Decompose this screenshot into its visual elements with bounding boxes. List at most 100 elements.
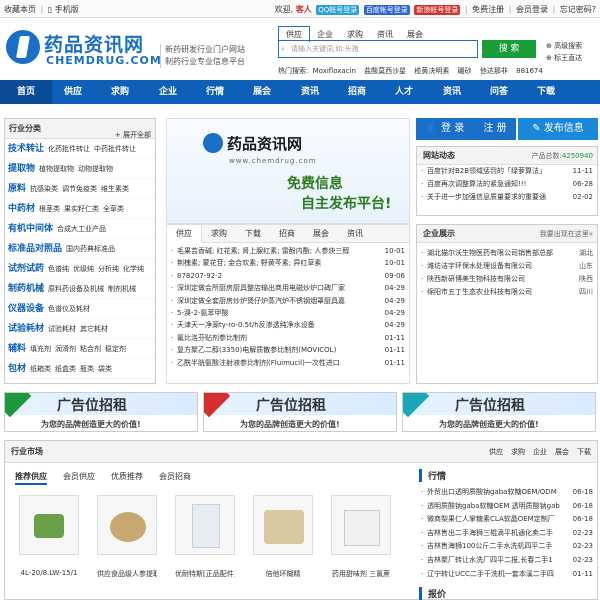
tab-invest[interactable]: 招商 (270, 225, 304, 243)
tab-recommended-supply[interactable]: 推荐供应 (15, 472, 47, 485)
category-name[interactable]: 试剂试药 (8, 264, 44, 274)
nav-supply[interactable]: 供应 (47, 80, 99, 104)
nav-buy[interactable]: 求购 (94, 80, 146, 104)
category-name[interactable]: 有机中间体 (8, 224, 53, 234)
category-sub[interactable]: 抗感染类 (30, 185, 58, 193)
hot-keyword[interactable]: 硼砂 (458, 67, 472, 75)
market-link[interactable]: 供应 (489, 448, 503, 456)
category-sub[interactable]: 色谱仪及耗材 (48, 305, 90, 313)
list-item[interactable]: 吉林聚厂转让水洗厂四平二报,长春二手1 02-23 (419, 553, 595, 568)
register-button[interactable]: 注 册 (483, 123, 506, 134)
category-name[interactable]: 提取物 (8, 164, 35, 174)
category-sub[interactable]: 维生素类 (101, 185, 129, 193)
list-item[interactable]: 外贸出口透明质酸钠gaba软糖OEM/ODM 06-18 (419, 486, 595, 500)
nav-info[interactable]: 资讯 (426, 80, 478, 104)
weibo-login-button[interactable]: 新浪帐号登录 (414, 5, 461, 15)
market-link[interactable]: 企业 (533, 448, 547, 456)
tab-member-invest[interactable]: 会员招商 (159, 472, 191, 481)
member-login-link[interactable]: 会员登录 (516, 5, 548, 14)
category-sub[interactable]: 色谱纯 (48, 265, 69, 273)
advanced-search-link[interactable]: ⊕ 高级搜索 (546, 40, 582, 52)
list-item[interactable]: 百度再次调整算法的紧急通知!!! 06-28 (417, 178, 597, 191)
nav-expo[interactable]: 展会 (236, 80, 288, 104)
category-sub[interactable]: 国内药典标准品 (66, 245, 115, 253)
forgot-password-link[interactable]: 忘记密码? (560, 5, 596, 14)
list-item[interactable]: 5-溴-2-氨苯甲酸 04-29 (167, 306, 409, 320)
category-name[interactable]: 仪器设备 (8, 304, 44, 314)
list-item[interactable]: 陕西新研博美生物科技有限公司 陕西 (417, 273, 597, 286)
product-card[interactable]: 倍他环糊精 (253, 495, 313, 579)
category-sub[interactable]: 果实籽仁类 (64, 205, 99, 213)
hot-keyword[interactable]: Moxifloxacin (313, 67, 356, 75)
category-sub[interactable]: 纸盒类 (55, 365, 76, 373)
mobile-link[interactable]: 手机版 (55, 5, 79, 14)
appear-here-link[interactable]: 我要出现在这里» (540, 225, 593, 243)
hot-keyword[interactable]: 盐酸莫西沙星 (364, 67, 406, 75)
market-link[interactable]: 下载 (577, 448, 591, 456)
category-sub[interactable]: 化学纯 (123, 265, 144, 273)
product-card[interactable]: 4L-20/8.LW-15/1 (19, 495, 79, 577)
list-item[interactable]: 辽宁转让UCC二手干洗机一套本溪二手四 01-11 (419, 567, 595, 582)
nav-market[interactable]: 行情 (189, 80, 241, 104)
baidu-login-button[interactable]: 百度帐号登录 (363, 5, 410, 15)
category-sub[interactable]: 化药批件转让 (48, 145, 90, 153)
category-sub[interactable]: 原料药设备及机械 (48, 285, 104, 293)
category-name[interactable]: 制药机械 (8, 284, 44, 294)
list-item[interactable]: 吉林售海狮100公斤二手水洗机四平二手 02-23 (419, 540, 595, 554)
tab-download[interactable]: 下载 (236, 225, 270, 243)
hot-keyword[interactable]: 881674 (516, 67, 543, 75)
market-link[interactable]: 展会 (555, 448, 569, 456)
product-card[interactable]: 优耐特斯[正品配件] (175, 495, 235, 579)
search-button[interactable]: 搜 索 (482, 40, 536, 58)
list-item[interactable]: 878207-92-2 09-06 (167, 269, 409, 283)
category-name[interactable]: 标准品对照品 (8, 244, 62, 254)
ad-banner[interactable]: 广告位招租 为您的品牌创造更大的价值! (4, 392, 198, 432)
category-sub[interactable]: 袋类 (98, 365, 112, 373)
tab-news[interactable]: 资讯 (338, 225, 372, 243)
list-item[interactable]: 吉林售出二手海狮三辊滴平机通化卖二手 02-23 (419, 526, 595, 541)
tab-expo[interactable]: 展会 (304, 225, 338, 243)
nav-company[interactable]: 企业 (142, 80, 194, 104)
category-name[interactable]: 辅料 (8, 344, 26, 354)
list-item[interactable]: 湖北猫尔沃生物医药有限公司销售部总部 湖北 (417, 247, 597, 260)
category-sub[interactable]: 植物提取物 (39, 165, 74, 173)
category-sub[interactable]: 根茎类 (39, 205, 60, 213)
standard-king-link[interactable]: ⊕ 标王直达 (546, 52, 582, 64)
category-sub[interactable]: 动物提取物 (78, 165, 113, 173)
hot-keyword[interactable]: 榄黄决明素 (414, 67, 449, 75)
list-item[interactable]: 透明质酸钠gaba软糖OEM 透明质酸钠gab 06-18 (419, 499, 595, 514)
nav-download[interactable]: 下载 (520, 80, 572, 104)
site-logo[interactable]: 药品资讯网 CHEMDRUG.COM (6, 26, 161, 72)
category-sub[interactable]: 优级纯 (73, 265, 94, 273)
search-input[interactable]: ⌕ 请输入关键词,如:头孢 (278, 40, 478, 58)
login-button[interactable]: 登 录 (441, 123, 464, 134)
list-item[interactable]: 天津天一净源ty-ro-0.5t/h反渗透纯净水设备 04-29 (167, 319, 409, 332)
list-item[interactable]: 荆槐素; 蒙花苷; 金合欢素; 野黄芩素; 异红草素 10-01 (167, 257, 409, 270)
publish-button[interactable]: ✎ 发布信息 (518, 118, 598, 140)
product-card[interactable]: 供应食品级人参提取 (97, 495, 157, 579)
list-item[interactable]: 复方聚乙二醇(3350)电解质散参比制剂(MOVICOL) 01-11 (167, 344, 409, 357)
category-sub[interactable]: 中药批件转让 (94, 145, 136, 153)
category-sub[interactable]: 填充剂 (30, 345, 51, 353)
list-item[interactable]: 乙酰半胱氨酸注射液参比制剂(Fluimucil)一次性进口 01-11 (167, 356, 409, 369)
ad-banner[interactable]: 广告位招租 为您的品牌创造更大的价值! (203, 392, 397, 432)
nav-home[interactable]: 首页 (0, 80, 52, 104)
list-item[interactable]: 关于进一步加强信息质量要求的重要通 02-02 (417, 191, 597, 204)
category-name[interactable]: 试验耗材 (8, 324, 44, 334)
list-item[interactable]: 绵阳市五丁生态农业科技有限公司 四川 (417, 286, 597, 299)
list-item[interactable]: 深圳定做会所厨房厨具整店输出商用电磁炒炉口碑厂家 04-29 (167, 282, 409, 295)
category-name[interactable]: 原料 (8, 184, 26, 194)
bookmark-link[interactable]: 收藏本页 (4, 5, 36, 14)
category-name[interactable]: 技术转让 (8, 144, 44, 154)
list-item[interactable]: 百度针对B2B领域惩罚的「绿萝算法」 11-11 (417, 165, 597, 178)
list-item[interactable]: 深圳定做全套厨房炒炉煲仔炉蒸汽炉不锈钢烟罩厨具嘉 04-29 (167, 294, 409, 307)
promo-banner[interactable]: 药品资讯网 www.chemdrug.com 免费信息 自主发布平台! (166, 118, 410, 224)
nav-news[interactable]: 资讯 (284, 80, 336, 104)
list-item[interactable]: 氟比洛芬贴剂参比制剂 01-11 (167, 331, 409, 345)
category-name[interactable]: 包材 (8, 364, 26, 374)
category-sub[interactable]: 全草类 (103, 205, 124, 213)
register-link[interactable]: 免费注册 (472, 5, 504, 14)
list-item[interactable]: 毛果芸香碱; 红花素; 肾上腺红素; 雷酚内酯; 人参炔三醇 10-01 (167, 245, 409, 258)
tab-quality[interactable]: 优质推荐 (111, 472, 143, 481)
market-link[interactable]: 求购 (511, 448, 525, 456)
